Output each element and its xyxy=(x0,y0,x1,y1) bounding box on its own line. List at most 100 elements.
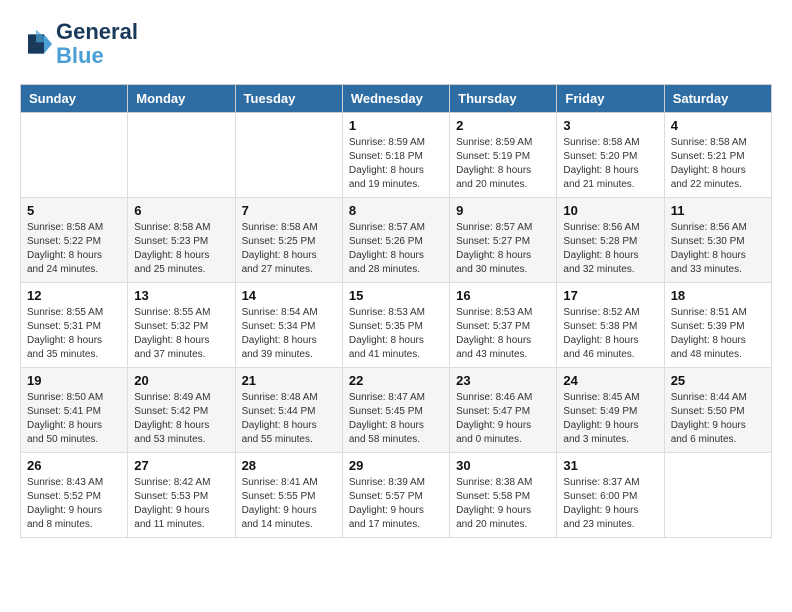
day-info: Sunrise: 8:50 AM Sunset: 5:41 PM Dayligh… xyxy=(27,391,121,447)
calendar-cell: 25 Sunrise: 8:44 AM Sunset: 5:50 PM Dayli… xyxy=(664,368,771,453)
day-number: 1 xyxy=(349,118,443,133)
day-info: Sunrise: 8:58 AM Sunset: 5:20 PM Dayligh… xyxy=(563,136,657,192)
calendar-table: SundayMondayTuesdayWednesdayThursdayFrid… xyxy=(20,84,772,538)
day-info: Sunrise: 8:54 AM Sunset: 5:34 PM Dayligh… xyxy=(242,306,336,362)
day-info: Sunrise: 8:43 AM Sunset: 5:52 PM Dayligh… xyxy=(27,476,121,532)
day-number: 25 xyxy=(671,373,765,388)
day-number: 13 xyxy=(134,288,228,303)
calendar-cell: 20 Sunrise: 8:49 AM Sunset: 5:42 PM Dayli… xyxy=(128,368,235,453)
day-info: Sunrise: 8:47 AM Sunset: 5:45 PM Dayligh… xyxy=(349,391,443,447)
day-info: Sunrise: 8:51 AM Sunset: 5:39 PM Dayligh… xyxy=(671,306,765,362)
day-header-friday: Friday xyxy=(557,85,664,113)
day-number: 24 xyxy=(563,373,657,388)
day-number: 22 xyxy=(349,373,443,388)
day-info: Sunrise: 8:56 AM Sunset: 5:28 PM Dayligh… xyxy=(563,221,657,277)
day-info: Sunrise: 8:59 AM Sunset: 5:18 PM Dayligh… xyxy=(349,136,443,192)
calendar-cell: 10 Sunrise: 8:56 AM Sunset: 5:28 PM Dayli… xyxy=(557,198,664,283)
logo: GeneralBlue xyxy=(20,20,138,68)
day-header-thursday: Thursday xyxy=(450,85,557,113)
calendar-cell: 23Sunrise: 8:46 AM Sunset: 5:47 PM Dayli… xyxy=(450,368,557,453)
day-number: 5 xyxy=(27,203,121,218)
calendar-week-5: 26 Sunrise: 8:43 AM Sunset: 5:52 PM Dayli… xyxy=(21,453,772,538)
day-number: 3 xyxy=(563,118,657,133)
day-info: Sunrise: 8:53 AM Sunset: 5:37 PM Dayligh… xyxy=(456,306,550,362)
calendar-cell: 18Sunrise: 8:51 AM Sunset: 5:39 PM Dayli… xyxy=(664,283,771,368)
day-number: 29 xyxy=(349,458,443,473)
calendar-cell: 5 Sunrise: 8:58 AM Sunset: 5:22 PM Daylig… xyxy=(21,198,128,283)
calendar-cell xyxy=(21,113,128,198)
day-info: Sunrise: 8:41 AM Sunset: 5:55 PM Dayligh… xyxy=(242,476,336,532)
logo-text: GeneralBlue xyxy=(56,20,138,68)
day-info: Sunrise: 8:58 AM Sunset: 5:25 PM Dayligh… xyxy=(242,221,336,277)
calendar-week-1: 1 Sunrise: 8:59 AM Sunset: 5:18 PM Daylig… xyxy=(21,113,772,198)
logo-icon xyxy=(20,28,52,60)
calendar-cell: 6Sunrise: 8:58 AM Sunset: 5:23 PM Daylig… xyxy=(128,198,235,283)
calendar-cell: 2Sunrise: 8:59 AM Sunset: 5:19 PM Daylig… xyxy=(450,113,557,198)
calendar-cell: 12 Sunrise: 8:55 AM Sunset: 5:31 PM Dayli… xyxy=(21,283,128,368)
day-number: 21 xyxy=(242,373,336,388)
calendar-body: 1 Sunrise: 8:59 AM Sunset: 5:18 PM Daylig… xyxy=(21,113,772,538)
day-number: 26 xyxy=(27,458,121,473)
day-number: 30 xyxy=(456,458,550,473)
day-header-tuesday: Tuesday xyxy=(235,85,342,113)
calendar-cell: 4 Sunrise: 8:58 AM Sunset: 5:21 PM Daylig… xyxy=(664,113,771,198)
day-info: Sunrise: 8:56 AM Sunset: 5:30 PM Dayligh… xyxy=(671,221,765,277)
day-info: Sunrise: 8:55 AM Sunset: 5:32 PM Dayligh… xyxy=(134,306,228,362)
calendar-cell: 11 Sunrise: 8:56 AM Sunset: 5:30 PM Dayli… xyxy=(664,198,771,283)
page-header: GeneralBlue xyxy=(20,20,772,68)
calendar-cell: 15 Sunrise: 8:53 AM Sunset: 5:35 PM Dayli… xyxy=(342,283,449,368)
day-info: Sunrise: 8:55 AM Sunset: 5:31 PM Dayligh… xyxy=(27,306,121,362)
day-header-wednesday: Wednesday xyxy=(342,85,449,113)
calendar-cell: 16Sunrise: 8:53 AM Sunset: 5:37 PM Dayli… xyxy=(450,283,557,368)
calendar-cell: 21 Sunrise: 8:48 AM Sunset: 5:44 PM Dayli… xyxy=(235,368,342,453)
day-info: Sunrise: 8:57 AM Sunset: 5:27 PM Dayligh… xyxy=(456,221,550,277)
day-number: 27 xyxy=(134,458,228,473)
calendar-cell xyxy=(235,113,342,198)
day-number: 8 xyxy=(349,203,443,218)
calendar-cell xyxy=(664,453,771,538)
calendar-week-4: 19Sunrise: 8:50 AM Sunset: 5:41 PM Dayli… xyxy=(21,368,772,453)
day-info: Sunrise: 8:44 AM Sunset: 5:50 PM Dayligh… xyxy=(671,391,765,447)
day-number: 12 xyxy=(27,288,121,303)
header-row: SundayMondayTuesdayWednesdayThursdayFrid… xyxy=(21,85,772,113)
calendar-week-3: 12 Sunrise: 8:55 AM Sunset: 5:31 PM Dayli… xyxy=(21,283,772,368)
day-number: 11 xyxy=(671,203,765,218)
day-info: Sunrise: 8:39 AM Sunset: 5:57 PM Dayligh… xyxy=(349,476,443,532)
calendar-cell: 3 Sunrise: 8:58 AM Sunset: 5:20 PM Daylig… xyxy=(557,113,664,198)
calendar-cell: 29 Sunrise: 8:39 AM Sunset: 5:57 PM Dayli… xyxy=(342,453,449,538)
calendar-header: SundayMondayTuesdayWednesdayThursdayFrid… xyxy=(21,85,772,113)
day-number: 6 xyxy=(134,203,228,218)
day-info: Sunrise: 8:48 AM Sunset: 5:44 PM Dayligh… xyxy=(242,391,336,447)
day-info: Sunrise: 8:37 AM Sunset: 6:00 PM Dayligh… xyxy=(563,476,657,532)
calendar-cell: 28 Sunrise: 8:41 AM Sunset: 5:55 PM Dayli… xyxy=(235,453,342,538)
calendar-cell: 26 Sunrise: 8:43 AM Sunset: 5:52 PM Dayli… xyxy=(21,453,128,538)
day-info: Sunrise: 8:57 AM Sunset: 5:26 PM Dayligh… xyxy=(349,221,443,277)
calendar-cell: 24 Sunrise: 8:45 AM Sunset: 5:49 PM Dayli… xyxy=(557,368,664,453)
calendar-cell: 17Sunrise: 8:52 AM Sunset: 5:38 PM Dayli… xyxy=(557,283,664,368)
day-number: 4 xyxy=(671,118,765,133)
calendar-cell: 7Sunrise: 8:58 AM Sunset: 5:25 PM Daylig… xyxy=(235,198,342,283)
day-info: Sunrise: 8:58 AM Sunset: 5:22 PM Dayligh… xyxy=(27,221,121,277)
day-info: Sunrise: 8:53 AM Sunset: 5:35 PM Dayligh… xyxy=(349,306,443,362)
day-number: 15 xyxy=(349,288,443,303)
day-info: Sunrise: 8:46 AM Sunset: 5:47 PM Dayligh… xyxy=(456,391,550,447)
day-info: Sunrise: 8:58 AM Sunset: 5:21 PM Dayligh… xyxy=(671,136,765,192)
day-number: 31 xyxy=(563,458,657,473)
day-header-monday: Monday xyxy=(128,85,235,113)
day-number: 10 xyxy=(563,203,657,218)
calendar-week-2: 5 Sunrise: 8:58 AM Sunset: 5:22 PM Daylig… xyxy=(21,198,772,283)
calendar-cell: 31 Sunrise: 8:37 AM Sunset: 6:00 PM Dayli… xyxy=(557,453,664,538)
day-info: Sunrise: 8:49 AM Sunset: 5:42 PM Dayligh… xyxy=(134,391,228,447)
day-number: 28 xyxy=(242,458,336,473)
calendar-cell: 13 Sunrise: 8:55 AM Sunset: 5:32 PM Dayli… xyxy=(128,283,235,368)
calendar-cell: 22 Sunrise: 8:47 AM Sunset: 5:45 PM Dayli… xyxy=(342,368,449,453)
calendar-cell: 8 Sunrise: 8:57 AM Sunset: 5:26 PM Daylig… xyxy=(342,198,449,283)
day-number: 20 xyxy=(134,373,228,388)
day-info: Sunrise: 8:52 AM Sunset: 5:38 PM Dayligh… xyxy=(563,306,657,362)
day-info: Sunrise: 8:45 AM Sunset: 5:49 PM Dayligh… xyxy=(563,391,657,447)
day-header-saturday: Saturday xyxy=(664,85,771,113)
day-info: Sunrise: 8:59 AM Sunset: 5:19 PM Dayligh… xyxy=(456,136,550,192)
day-number: 9 xyxy=(456,203,550,218)
calendar-cell: 27Sunrise: 8:42 AM Sunset: 5:53 PM Dayli… xyxy=(128,453,235,538)
calendar-cell: 19Sunrise: 8:50 AM Sunset: 5:41 PM Dayli… xyxy=(21,368,128,453)
